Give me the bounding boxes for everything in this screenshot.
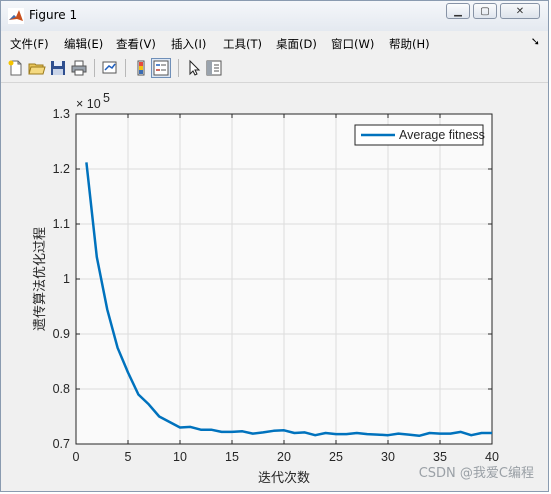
- menu-window[interactable]: 窗口(W): [331, 36, 374, 52]
- fitness-chart[interactable]: 0 5 10 15 20 25 30 35 400.70.80.911.11.21.3× 10 5…: [4, 83, 547, 488]
- menu-bar: 文件(F) 编辑(E) 查看(V) 插入(I) 工具(T) 桌面(D) 窗口(W…: [1, 31, 548, 54]
- x-axis-label: 迭代次数: [258, 470, 310, 486]
- edit-plot-arrow-icon[interactable]: [185, 59, 203, 77]
- maximize-button[interactable]: ▢: [473, 3, 497, 19]
- toolbar-separator: [94, 59, 95, 77]
- window-title: Figure 1: [29, 8, 78, 22]
- dock-arrow-icon[interactable]: ➘: [531, 35, 540, 48]
- toolbar-separator: [178, 59, 179, 77]
- y-tick-label: 1: [63, 272, 70, 286]
- y-axis-label: 遗传算法优化过程: [33, 227, 48, 331]
- x-tick-label: 15: [225, 450, 239, 464]
- figure-window: Figure 1 ▁ ▢ ✕ 文件(F) 编辑(E) 查看(V) 插入(I) 工…: [0, 0, 549, 492]
- menu-edit[interactable]: 编辑(E): [64, 36, 103, 52]
- maximize-icon: ▢: [480, 5, 490, 17]
- y-tick-label: 0.8: [53, 382, 70, 396]
- menu-help[interactable]: 帮助(H): [389, 36, 430, 52]
- menu-insert[interactable]: 插入(I): [171, 36, 206, 52]
- insert-legend-icon: [153, 60, 169, 76]
- x-tick-label: 5: [125, 450, 132, 464]
- save-icon[interactable]: [49, 59, 67, 77]
- menu-view[interactable]: 查看(V): [116, 36, 156, 52]
- y-tick-label: 1.1: [53, 217, 70, 231]
- insert-colorbar-icon[interactable]: [132, 59, 150, 77]
- close-icon: ✕: [515, 5, 525, 17]
- x-tick-label: 30: [381, 450, 395, 464]
- link-plot-icon[interactable]: [101, 59, 119, 77]
- toolbar-separator: [125, 59, 126, 77]
- legend-entry-label: Average fitness: [399, 128, 485, 142]
- toolbar: [1, 54, 548, 83]
- insert-legend-button[interactable]: [151, 58, 171, 78]
- menu-desktop[interactable]: 桌面(D): [276, 36, 317, 52]
- y-exponent-base: × 10: [76, 97, 101, 111]
- open-file-icon[interactable]: [28, 59, 46, 77]
- new-figure-icon[interactable]: [7, 59, 25, 77]
- print-icon[interactable]: [70, 59, 88, 77]
- x-tick-label: 0: [73, 450, 80, 464]
- y-tick-label: 0.7: [53, 437, 70, 451]
- x-tick-label: 10: [173, 450, 187, 464]
- minimize-icon: ▁: [454, 5, 462, 17]
- x-tick-label: 25: [329, 450, 343, 464]
- title-bar[interactable]: Figure 1 ▁ ▢ ✕: [1, 1, 548, 31]
- y-tick-label: 1.2: [53, 162, 70, 176]
- y-exponent-power: 5: [103, 91, 110, 105]
- y-tick-label: 0.9: [53, 327, 70, 341]
- close-button[interactable]: ✕: [500, 3, 540, 19]
- minimize-button[interactable]: ▁: [446, 3, 470, 19]
- x-tick-label: 20: [277, 450, 291, 464]
- y-tick-label: 1.3: [53, 107, 70, 121]
- matlab-logo-icon: [8, 8, 24, 24]
- watermark: CSDN @我爱C编程: [418, 466, 534, 481]
- menu-file[interactable]: 文件(F): [10, 36, 49, 52]
- figure-canvas: 0 5 10 15 20 25 30 35 40 0.7 0.8 0.9 1 1.1 1.2 1.3 × 10 5…: [4, 83, 545, 488]
- menu-tools[interactable]: 工具(T): [223, 36, 262, 52]
- property-editor-icon[interactable]: [205, 59, 223, 77]
